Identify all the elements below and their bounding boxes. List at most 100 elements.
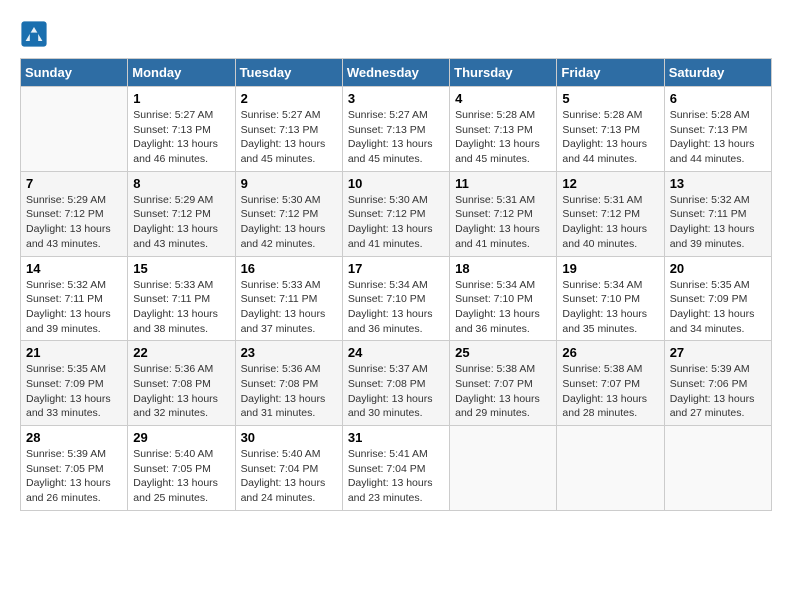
calendar-cell: 28 Sunrise: 5:39 AM Sunset: 7:05 PM Dayli… xyxy=(21,426,128,511)
day-number: 24 xyxy=(348,345,444,360)
calendar-week-row: 21Sunrise: 5:35 AM Sunset: 7:09 PM Dayli… xyxy=(21,341,772,426)
day-info: Sunrise: 5:41 AM Sunset: 7:04 PM Dayligh… xyxy=(348,447,444,506)
calendar-cell xyxy=(557,426,664,511)
calendar-week-row: 14 Sunrise: 5:32 AM Sunset: 7:11 PM Dayli… xyxy=(21,256,772,341)
day-info: Sunrise: 5:29 AM Sunset: 7:12 PM Dayligh… xyxy=(133,193,229,252)
day-number: 16 xyxy=(241,261,337,276)
calendar-cell: 31 Sunrise: 5:41 AM Sunset: 7:04 PM Dayli… xyxy=(342,426,449,511)
calendar-cell: 15 Sunrise: 5:33 AM Sunset: 7:11 PM Dayli… xyxy=(128,256,235,341)
day-number: 18 xyxy=(455,261,551,276)
day-number: 5 xyxy=(562,91,658,106)
day-number: 23 xyxy=(241,345,337,360)
calendar-cell: 27 Sunrise: 5:39 AM Sunset: 7:06 PM Dayli… xyxy=(664,341,771,426)
logo xyxy=(20,20,52,48)
header-day: Wednesday xyxy=(342,59,449,87)
calendar-header: SundayMondayTuesdayWednesdayThursdayFrid… xyxy=(21,59,772,87)
calendar-cell: 6 Sunrise: 5:28 AM Sunset: 7:13 PM Daylig… xyxy=(664,87,771,172)
day-number: 25 xyxy=(455,345,551,360)
day-info: Sunrise: 5:35 AM Sunset: 7:09 PM Dayligh… xyxy=(670,278,766,337)
day-info: Sunrise: 5:38 AM Sunset: 7:07 PM Dayligh… xyxy=(455,362,551,421)
calendar-cell: 23Sunrise: 5:36 AM Sunset: 7:08 PM Dayli… xyxy=(235,341,342,426)
header-day: Tuesday xyxy=(235,59,342,87)
calendar-week-row: 28 Sunrise: 5:39 AM Sunset: 7:05 PM Dayli… xyxy=(21,426,772,511)
calendar-cell: 25 Sunrise: 5:38 AM Sunset: 7:07 PM Dayli… xyxy=(450,341,557,426)
day-number: 6 xyxy=(670,91,766,106)
day-info: Sunrise: 5:34 AM Sunset: 7:10 PM Dayligh… xyxy=(348,278,444,337)
day-number: 19 xyxy=(562,261,658,276)
day-number: 7 xyxy=(26,176,122,191)
calendar-cell: 20 Sunrise: 5:35 AM Sunset: 7:09 PM Dayli… xyxy=(664,256,771,341)
day-number: 17 xyxy=(348,261,444,276)
calendar-cell: 24 Sunrise: 5:37 AM Sunset: 7:08 PM Dayli… xyxy=(342,341,449,426)
day-number: 2 xyxy=(241,91,337,106)
day-number: 22 xyxy=(133,345,229,360)
day-number: 30 xyxy=(241,430,337,445)
calendar-cell: 30 Sunrise: 5:40 AM Sunset: 7:04 PM Dayli… xyxy=(235,426,342,511)
calendar-cell: 17 Sunrise: 5:34 AM Sunset: 7:10 PM Dayli… xyxy=(342,256,449,341)
calendar-cell: 22Sunrise: 5:36 AM Sunset: 7:08 PM Dayli… xyxy=(128,341,235,426)
day-number: 4 xyxy=(455,91,551,106)
calendar-cell: 18 Sunrise: 5:34 AM Sunset: 7:10 PM Dayli… xyxy=(450,256,557,341)
day-number: 27 xyxy=(670,345,766,360)
day-info: Sunrise: 5:32 AM Sunset: 7:11 PM Dayligh… xyxy=(670,193,766,252)
day-info: Sunrise: 5:39 AM Sunset: 7:06 PM Dayligh… xyxy=(670,362,766,421)
day-info: Sunrise: 5:34 AM Sunset: 7:10 PM Dayligh… xyxy=(455,278,551,337)
day-number: 1 xyxy=(133,91,229,106)
day-number: 31 xyxy=(348,430,444,445)
day-info: Sunrise: 5:28 AM Sunset: 7:13 PM Dayligh… xyxy=(670,108,766,167)
day-info: Sunrise: 5:31 AM Sunset: 7:12 PM Dayligh… xyxy=(455,193,551,252)
header-day: Saturday xyxy=(664,59,771,87)
logo-icon xyxy=(20,20,48,48)
calendar-cell: 3Sunrise: 5:27 AM Sunset: 7:13 PM Daylig… xyxy=(342,87,449,172)
day-info: Sunrise: 5:28 AM Sunset: 7:13 PM Dayligh… xyxy=(562,108,658,167)
header-day: Monday xyxy=(128,59,235,87)
calendar-table: SundayMondayTuesdayWednesdayThursdayFrid… xyxy=(20,58,772,511)
day-info: Sunrise: 5:33 AM Sunset: 7:11 PM Dayligh… xyxy=(133,278,229,337)
calendar-cell xyxy=(21,87,128,172)
day-info: Sunrise: 5:33 AM Sunset: 7:11 PM Dayligh… xyxy=(241,278,337,337)
calendar-cell: 1 Sunrise: 5:27 AM Sunset: 7:13 PM Daylig… xyxy=(128,87,235,172)
day-number: 9 xyxy=(241,176,337,191)
day-number: 14 xyxy=(26,261,122,276)
day-info: Sunrise: 5:29 AM Sunset: 7:12 PM Dayligh… xyxy=(26,193,122,252)
calendar-cell: 26 Sunrise: 5:38 AM Sunset: 7:07 PM Dayli… xyxy=(557,341,664,426)
calendar-body: 1 Sunrise: 5:27 AM Sunset: 7:13 PM Daylig… xyxy=(21,87,772,511)
day-number: 15 xyxy=(133,261,229,276)
day-info: Sunrise: 5:37 AM Sunset: 7:08 PM Dayligh… xyxy=(348,362,444,421)
day-info: Sunrise: 5:32 AM Sunset: 7:11 PM Dayligh… xyxy=(26,278,122,337)
day-number: 8 xyxy=(133,176,229,191)
day-number: 3 xyxy=(348,91,444,106)
calendar-cell: 4 Sunrise: 5:28 AM Sunset: 7:13 PM Daylig… xyxy=(450,87,557,172)
day-number: 20 xyxy=(670,261,766,276)
day-info: Sunrise: 5:39 AM Sunset: 7:05 PM Dayligh… xyxy=(26,447,122,506)
header-day: Friday xyxy=(557,59,664,87)
calendar-cell: 12Sunrise: 5:31 AM Sunset: 7:12 PM Dayli… xyxy=(557,171,664,256)
header-day: Sunday xyxy=(21,59,128,87)
calendar-cell: 16 Sunrise: 5:33 AM Sunset: 7:11 PM Dayli… xyxy=(235,256,342,341)
calendar-cell: 13Sunrise: 5:32 AM Sunset: 7:11 PM Dayli… xyxy=(664,171,771,256)
day-info: Sunrise: 5:35 AM Sunset: 7:09 PM Dayligh… xyxy=(26,362,122,421)
calendar-cell: 2 Sunrise: 5:27 AM Sunset: 7:13 PM Daylig… xyxy=(235,87,342,172)
day-info: Sunrise: 5:27 AM Sunset: 7:13 PM Dayligh… xyxy=(133,108,229,167)
calendar-week-row: 7 Sunrise: 5:29 AM Sunset: 7:12 PM Daylig… xyxy=(21,171,772,256)
calendar-cell: 11Sunrise: 5:31 AM Sunset: 7:12 PM Dayli… xyxy=(450,171,557,256)
calendar-cell: 7 Sunrise: 5:29 AM Sunset: 7:12 PM Daylig… xyxy=(21,171,128,256)
day-number: 29 xyxy=(133,430,229,445)
day-info: Sunrise: 5:27 AM Sunset: 7:13 PM Dayligh… xyxy=(241,108,337,167)
day-info: Sunrise: 5:34 AM Sunset: 7:10 PM Dayligh… xyxy=(562,278,658,337)
day-number: 10 xyxy=(348,176,444,191)
page-header xyxy=(20,20,772,48)
calendar-cell: 8 Sunrise: 5:29 AM Sunset: 7:12 PM Daylig… xyxy=(128,171,235,256)
day-number: 26 xyxy=(562,345,658,360)
calendar-cell xyxy=(450,426,557,511)
calendar-cell: 14 Sunrise: 5:32 AM Sunset: 7:11 PM Dayli… xyxy=(21,256,128,341)
calendar-cell: 9Sunrise: 5:30 AM Sunset: 7:12 PM Daylig… xyxy=(235,171,342,256)
day-info: Sunrise: 5:28 AM Sunset: 7:13 PM Dayligh… xyxy=(455,108,551,167)
calendar-cell xyxy=(664,426,771,511)
day-info: Sunrise: 5:38 AM Sunset: 7:07 PM Dayligh… xyxy=(562,362,658,421)
day-number: 28 xyxy=(26,430,122,445)
header-row: SundayMondayTuesdayWednesdayThursdayFrid… xyxy=(21,59,772,87)
calendar-cell: 19 Sunrise: 5:34 AM Sunset: 7:10 PM Dayli… xyxy=(557,256,664,341)
day-info: Sunrise: 5:40 AM Sunset: 7:04 PM Dayligh… xyxy=(241,447,337,506)
header-day: Thursday xyxy=(450,59,557,87)
